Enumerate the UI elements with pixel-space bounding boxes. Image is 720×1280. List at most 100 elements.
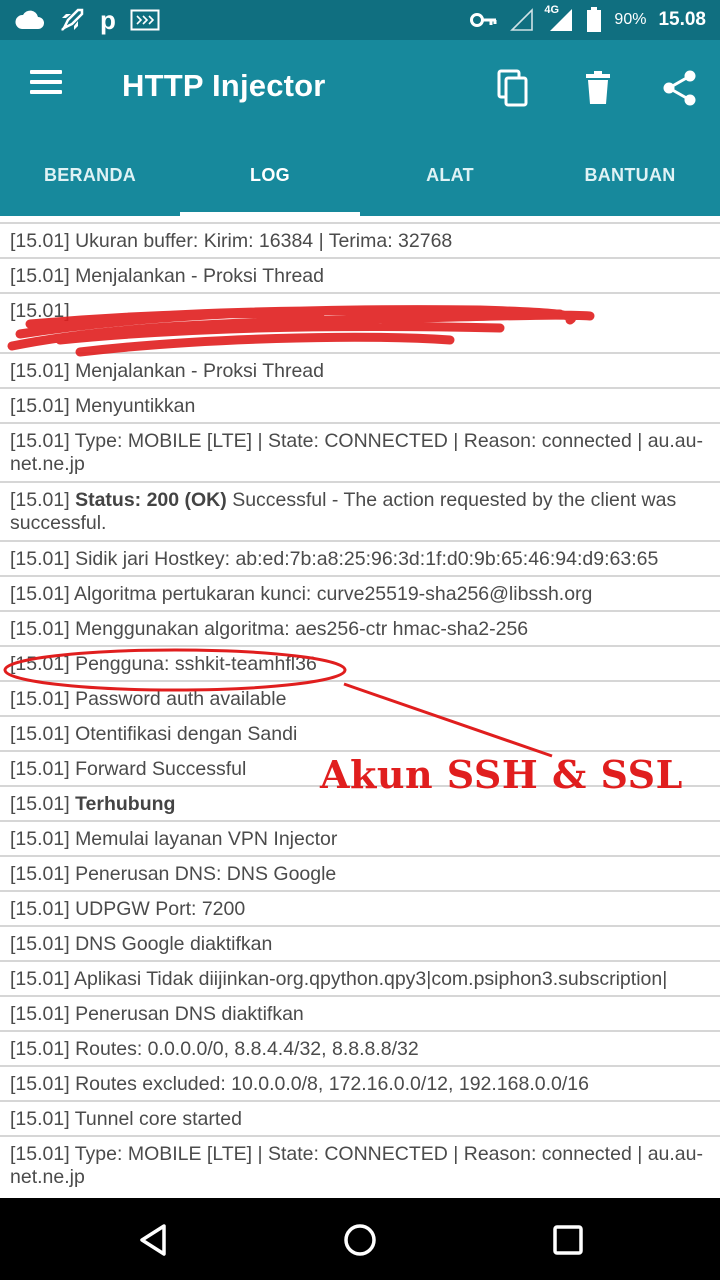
recents-icon[interactable] [546, 1218, 590, 1262]
log-text: Routes excluded: 10.0.0.0/8, 172.16.0.0/… [75, 1073, 589, 1095]
log-time: [15.01] [10, 758, 70, 780]
list-item: [15.01] Algoritma pertukaran kunci: curv… [0, 577, 720, 612]
list-item: [15.01] Password auth available [0, 682, 720, 717]
status-bar: p 4G 90% 15.08 [0, 0, 720, 40]
battery-icon [587, 7, 602, 32]
log-time: [15.01] [10, 933, 70, 955]
tab-beranda[interactable]: BERANDA [0, 136, 180, 216]
tab-log[interactable]: LOG [180, 136, 360, 216]
clock: 15.08 [658, 9, 706, 30]
nav-bar [0, 1198, 720, 1280]
log-time: [15.01] [10, 430, 70, 452]
log-time: [15.01] [10, 489, 70, 511]
log-time: [15.01] [10, 618, 70, 640]
log-time: [15.01] [10, 1038, 70, 1060]
log-status-bold: Terhubung [75, 793, 176, 815]
log-time: [15.01] [10, 548, 70, 570]
list-item: [15.01] Sidik jari Hostkey: ab:ed:7b:a8:… [0, 542, 720, 577]
list-item: [15.01] Menjalankan - Proksi Thread [0, 259, 720, 294]
log-text: Menjalankan - Proksi Thread [75, 360, 324, 382]
p-icon: p [100, 5, 116, 35]
status-right: 4G 90% 15.08 [470, 4, 706, 36]
log-text: DNS Google diaktifkan [75, 933, 273, 955]
log-text: Routes: 0.0.0.0/0, 8.8.4.4/32, 8.8.8.8/3… [75, 1038, 419, 1060]
log-time: [15.01] [10, 828, 70, 850]
log-time: [15.01] [10, 898, 70, 920]
list-item: [15.01] Status: 200 (OK) Successful - Th… [0, 483, 720, 542]
log-time: [15.01] [10, 1143, 70, 1165]
log-time: [15.01] [10, 1003, 70, 1025]
list-item: [15.01] DNS Google diaktifkan [0, 927, 720, 962]
list-item: [15.01] Penerusan DNS: DNS Google [0, 857, 720, 892]
log-text: Penerusan DNS diaktifkan [75, 1003, 304, 1025]
list-item: [15.01] Menggunakan algoritma: aes256-ct… [0, 612, 720, 647]
list-item: [15.01] Penerusan DNS diaktifkan [0, 997, 720, 1032]
tab-alat[interactable]: ALAT [360, 136, 540, 216]
app-title: HTTP Injector [122, 68, 326, 103]
list-item: [15.01] Tunnel core started [0, 1102, 720, 1137]
list-item: [15.01] Menjalankan - Proksi Thread [0, 354, 720, 389]
log-text: Algoritma pertukaran kunci: curve25519-s… [73, 583, 593, 605]
tab-bar: BERANDA LOG ALAT BANTUAN [0, 136, 720, 216]
log-time: [15.01] [10, 723, 70, 745]
log-text: Forward Successful [75, 758, 247, 780]
tab-bantuan[interactable]: BANTUAN [540, 136, 720, 216]
list-item: [15.01] UDPGW Port: 7200 [0, 892, 720, 927]
list-item: [15.01] Type: MOBILE [LTE] | State: CONN… [0, 424, 720, 483]
log-text: Ukuran buffer: Kirim: 16384 | Terima: 32… [75, 230, 453, 252]
log-time: [15.01] [10, 230, 70, 252]
log-time: [15.01] [10, 1073, 70, 1095]
list-item: [15.01] Type: MOBILE [LTE] | State: CONN… [0, 1137, 720, 1198]
list-item-highlighted: [15.01] Pengguna: sshkit-teamhfl36 [0, 647, 720, 682]
home-icon[interactable] [338, 1218, 382, 1262]
copy-icon[interactable] [494, 68, 534, 108]
annotation-label: Akun SSH & SSL [320, 752, 683, 797]
back-icon[interactable] [132, 1218, 176, 1262]
key-icon [470, 13, 497, 27]
log-text: Memulai layanan VPN Injector [75, 828, 338, 850]
share-icon[interactable] [660, 68, 700, 108]
log-text: Type: MOBILE [LTE] | State: CONNECTED | … [10, 1143, 703, 1188]
log-text: Password auth available [75, 688, 287, 710]
menu-icon-line [30, 90, 62, 94]
log-time: [15.01] [10, 360, 70, 382]
rocket-icon [61, 8, 84, 31]
signal-4g-icon: 4G [544, 4, 574, 33]
menu-icon [30, 70, 62, 74]
log-text: Penerusan DNS: DNS Google [75, 863, 337, 885]
list-item: [15.01] Ukuran buffer: Kirim: 16384 | Te… [0, 224, 720, 259]
delete-icon[interactable] [578, 68, 618, 108]
status-left: p [14, 4, 160, 36]
log-time: [15.01] [10, 395, 70, 417]
list-item: [15.01] Otentifikasi dengan Sandi [0, 717, 720, 752]
log-text: Otentifikasi dengan Sandi [75, 723, 298, 745]
network-type-label: 4G [544, 4, 560, 16]
log-time: [15.01] [10, 793, 70, 815]
log-time: [15.01] [10, 863, 70, 885]
log-text: Menggunakan algoritma: aes256-ctr hmac-s… [75, 618, 529, 640]
log-time: [15.01] [10, 653, 70, 675]
battery-percent: 90% [614, 11, 647, 28]
log-text: Menyuntikkan [75, 395, 196, 417]
list-item: [15.01] Memulai layanan VPN Injector [0, 822, 720, 857]
log-time: [15.01] [10, 1108, 70, 1130]
log-time: [15.01] [10, 583, 70, 605]
log-text: Pengguna: sshkit-teamhfl36 [75, 653, 317, 675]
menu-button[interactable] [30, 70, 66, 106]
list-item: [15.01] Routes excluded: 10.0.0.0/8, 172… [0, 1067, 720, 1102]
cast-icon [130, 9, 160, 31]
log-list[interactable]: [15.01] Ukuran buffer: Kirim: 16384 | Te… [0, 216, 720, 1198]
log-text: Sidik jari Hostkey: ab:ed:7b:a8:25:96:3d… [75, 548, 659, 570]
log-text: Aplikasi Tidak diijinkan-org.qpython.qpy… [73, 968, 668, 990]
log-time: [15.01] [10, 265, 70, 287]
signal-empty-icon [510, 8, 534, 31]
log-text: Menjalankan - Proksi Thread [75, 265, 324, 287]
list-item: [15.01] Routes: 0.0.0.0/0, 8.8.4.4/32, 8… [0, 1032, 720, 1067]
app-bar: HTTP Injector [0, 40, 720, 136]
menu-icon-line [30, 80, 62, 84]
log-text: UDPGW Port: 7200 [75, 898, 246, 920]
log-status-bold: Status: 200 (OK) [75, 489, 227, 511]
cloud-icon [15, 10, 44, 29]
list-item-redacted: [15.01] [0, 294, 720, 357]
log-text: Type: MOBILE [LTE] | State: CONNECTED | … [10, 430, 703, 475]
